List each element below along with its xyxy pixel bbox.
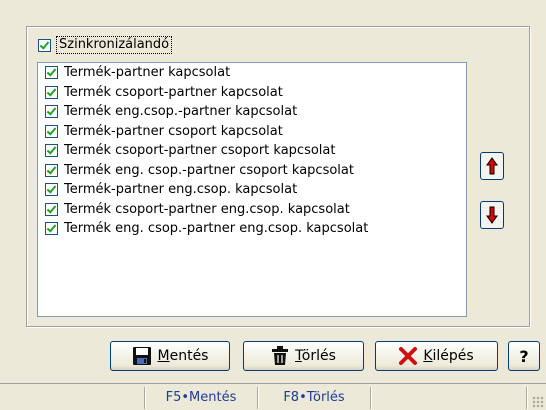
status-divider bbox=[370, 387, 371, 409]
list-item-label: Termék-partner eng.csop. kapcsolat bbox=[64, 182, 298, 198]
exit-button[interactable]: Kilépés bbox=[375, 341, 498, 371]
list-item[interactable]: Termék-partner kapcsolat bbox=[38, 63, 466, 83]
checkbox-checked-icon[interactable] bbox=[45, 124, 58, 138]
delete-button-label: Törlés bbox=[295, 348, 336, 364]
floppy-disk-icon bbox=[132, 346, 152, 366]
list-item-label: Termék-partner kapcsolat bbox=[64, 65, 231, 81]
list-item-label: Termék csoport-partner eng.csop. kapcsol… bbox=[64, 201, 350, 217]
list-item[interactable]: Termék eng. csop.-partner eng.csop. kapc… bbox=[38, 219, 466, 239]
list-item[interactable]: Termék csoport-partner kapcsolat bbox=[38, 83, 466, 103]
list-item[interactable]: Termék-partner eng.csop. kapcsolat bbox=[38, 180, 466, 200]
list-item-label: Termék eng. csop.-partner csoport kapcso… bbox=[64, 162, 354, 178]
status-delete-hint: F8•Törlés bbox=[283, 390, 345, 405]
list-item-label: Termék-partner csoport kapcsolat bbox=[64, 123, 283, 139]
list-item[interactable]: Termék csoport-partner csoport kapcsolat bbox=[38, 141, 466, 161]
status-divider bbox=[526, 387, 527, 409]
sync-group-label: Szinkronizálandó bbox=[56, 36, 173, 54]
delete-button[interactable]: Törlés bbox=[243, 341, 364, 371]
arrow-up-icon bbox=[486, 157, 498, 175]
checkbox-checked-icon[interactable] bbox=[45, 202, 58, 216]
checkbox-checked-icon[interactable] bbox=[45, 144, 58, 158]
checkbox-checked-icon[interactable] bbox=[38, 38, 51, 52]
list-item-label: Termék eng.csop.-partner kapcsolat bbox=[64, 104, 298, 120]
list-item-label: Termék csoport-partner kapcsolat bbox=[64, 84, 283, 100]
status-save-hint: F5•Mentés bbox=[165, 390, 237, 405]
trash-can-icon bbox=[271, 346, 289, 366]
checkbox-checked-icon[interactable] bbox=[45, 66, 58, 80]
resize-grip-icon[interactable] bbox=[532, 396, 544, 408]
help-button-label: ? bbox=[519, 346, 529, 366]
checkbox-checked-icon[interactable] bbox=[45, 105, 58, 119]
list-item-label: Termék eng. csop.-partner eng.csop. kapc… bbox=[64, 221, 369, 237]
exit-button-label: Kilépés bbox=[423, 348, 474, 364]
list-item[interactable]: Termék eng.csop.-partner kapcsolat bbox=[38, 102, 466, 122]
checkbox-checked-icon[interactable] bbox=[45, 163, 58, 177]
save-button-label: Mentés bbox=[157, 348, 209, 364]
checkbox-checked-icon[interactable] bbox=[45, 85, 58, 99]
list-item[interactable]: Termék-partner csoport kapcsolat bbox=[38, 122, 466, 142]
arrow-down-icon bbox=[486, 206, 498, 224]
help-button[interactable]: ? bbox=[508, 341, 540, 371]
move-up-button[interactable] bbox=[480, 152, 504, 180]
save-button[interactable]: Mentés bbox=[110, 341, 230, 371]
sync-group-checkbox[interactable]: Szinkronizálandó bbox=[38, 36, 175, 54]
sync-items-list[interactable]: Termék-partner kapcsolat Termék csoport-… bbox=[37, 62, 467, 317]
list-item-label: Termék csoport-partner csoport kapcsolat bbox=[64, 143, 336, 159]
status-bar: F5•Mentés F8•Törlés bbox=[0, 383, 546, 410]
move-down-button[interactable] bbox=[480, 201, 504, 229]
list-item[interactable]: Termék csoport-partner eng.csop. kapcsol… bbox=[38, 200, 466, 220]
list-item[interactable]: Termék eng. csop.-partner csoport kapcso… bbox=[38, 161, 466, 181]
checkbox-checked-icon[interactable] bbox=[45, 183, 58, 197]
checkbox-checked-icon[interactable] bbox=[45, 222, 58, 236]
red-x-icon bbox=[399, 347, 418, 365]
